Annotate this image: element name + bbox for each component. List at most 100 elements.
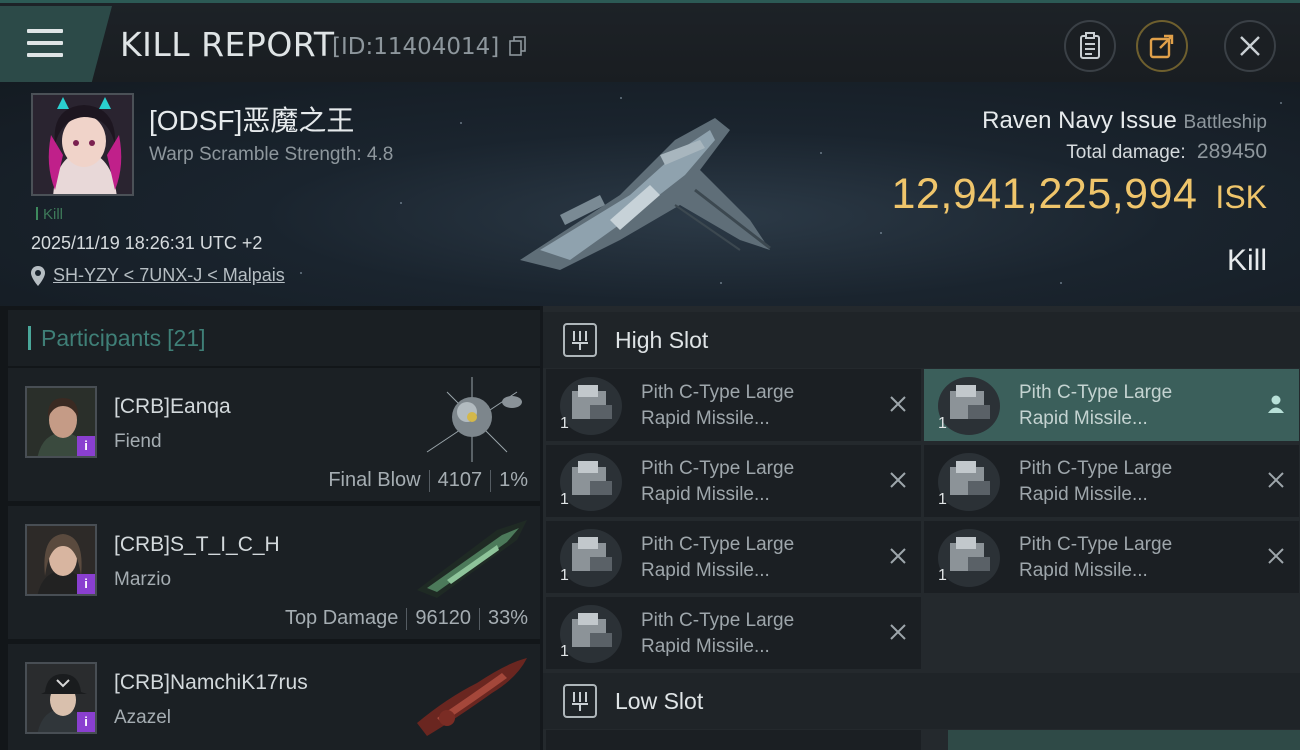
module-item[interactable]: 1 Pith C-Type Large Rapid Missile...	[546, 521, 921, 593]
copy-icon[interactable]	[508, 36, 527, 56]
module-name-line2: Rapid Missile...	[641, 484, 770, 505]
launcher-icon	[560, 453, 622, 511]
menu-button[interactable]	[0, 6, 112, 82]
total-damage-value: 289450	[1196, 140, 1267, 163]
ship-type: Raven Navy Issue	[982, 107, 1177, 134]
module-qty: 1	[938, 567, 947, 584]
launcher-icon	[938, 377, 1000, 435]
participant-name[interactable]: [CRB]S_T_I_C_H	[114, 533, 280, 557]
page-title: KILL REPORT	[120, 25, 335, 64]
participant-ship-render	[426, 377, 522, 462]
module-name-line2: Rapid Missile...	[641, 636, 770, 657]
module-qty: 1	[560, 567, 569, 584]
participant-percent: 1%	[499, 469, 528, 491]
participant-percent: 33%	[487, 607, 528, 629]
module-qty: 1	[560, 643, 569, 660]
close-button[interactable]	[1224, 20, 1276, 72]
module-name-line2: Rapid Missile...	[641, 560, 770, 581]
module-name-line1: Pith C-Type Large	[1019, 458, 1173, 479]
ship-render	[520, 118, 771, 270]
module-item[interactable]: 1 Pith C-Type Large Rapid Missile...	[924, 521, 1299, 593]
victim-avatar[interactable]	[31, 93, 134, 196]
location-link[interactable]: SH-YZY < 7UNX-J < Malpais	[53, 265, 285, 286]
participants-label: Participants	[41, 324, 162, 351]
participant-role: Top Damage	[284, 607, 399, 629]
clipboard-button[interactable]	[1064, 20, 1116, 72]
participant-damage: 4107	[437, 469, 483, 491]
kill-datetime: 2025/11/19 18:26:31 UTC +2	[31, 233, 263, 253]
participant-ship: Azazel	[114, 707, 172, 728]
participant-role: Final Blow	[328, 469, 421, 491]
module-item[interactable]: 1 Pith C-Type Large Rapid Missile...	[924, 445, 1299, 517]
warp-scramble-strength: Warp Scramble Strength: 4.8	[149, 144, 394, 165]
module-item[interactable]: 1 Pith C-Type Large Rapid Missile...	[546, 369, 921, 441]
isk-unit: ISK	[1215, 179, 1267, 215]
participant-name[interactable]: [CRB]Eanqa	[114, 395, 231, 419]
low-slot-header: Low Slot	[543, 673, 1300, 729]
total-damage: Total damage: 289450	[1066, 140, 1267, 164]
high-slot-header: High Slot	[543, 312, 1300, 368]
module-name: Pith C-Type Large Rapid Missile...	[1019, 532, 1249, 584]
module-item[interactable]: 1 Pith C-Type Large Rapid Missile...	[924, 369, 1299, 441]
participant-row[interactable]: i [CRB]NamchiK17rus Azazel	[8, 644, 540, 750]
destroyed-x-icon	[890, 548, 906, 564]
participants-header: Participants [21]	[8, 310, 540, 366]
isk-value: 12,941,225,994 ISK	[892, 170, 1267, 219]
module-qty: 1	[560, 491, 569, 508]
victim-name[interactable]: [ODSF]恶魔之王	[149, 99, 354, 139]
participant-row[interactable]: i [CRB]Eanqa Fiend Final Blow 4107 1%	[8, 368, 540, 501]
destroyed-x-icon	[890, 396, 906, 412]
module-item[interactable]: 1 Pith C-Type Large Rapid Missile...	[546, 597, 921, 669]
module-item[interactable]	[948, 730, 1300, 750]
share-icon	[1149, 34, 1174, 59]
module-name-line2: Rapid Missile...	[1019, 484, 1148, 505]
low-slot-label: Low Slot	[615, 687, 704, 714]
pilot-icon	[1268, 395, 1284, 413]
module-name-line1: Pith C-Type Large	[641, 534, 795, 555]
module-name: Pith C-Type Large Rapid Missile...	[1019, 456, 1249, 508]
module-qty: 1	[938, 415, 947, 432]
report-id: [ID:11404014]	[332, 34, 527, 60]
module-name: Pith C-Type Large Rapid Missile...	[1019, 380, 1249, 432]
slot-icon	[563, 684, 597, 718]
victim-hero: [ODSF]恶魔之王 Warp Scramble Strength: 4.8 K…	[0, 82, 1300, 306]
report-id-text: [ID:11404014]	[332, 34, 500, 60]
launcher-icon	[560, 529, 622, 587]
participant-ship: Marzio	[114, 569, 172, 590]
ship-class: Battleship	[1183, 112, 1267, 133]
pilot-badge: i	[77, 574, 95, 594]
module-name-line2: Rapid Missile...	[641, 408, 770, 429]
destroyed-x-icon	[890, 472, 906, 488]
participant-ship: Fiend	[114, 431, 162, 452]
module-item[interactable]: 1 Pith C-Type Large Rapid Missile...	[546, 445, 921, 517]
module-name: Pith C-Type Large Rapid Missile...	[641, 532, 871, 584]
launcher-icon	[560, 605, 622, 663]
module-name-line1: Pith C-Type Large	[1019, 382, 1173, 403]
high-slot-label: High Slot	[615, 326, 709, 353]
total-damage-label: Total damage:	[1066, 142, 1186, 163]
participant-name[interactable]: [CRB]NamchiK17rus	[114, 671, 308, 695]
clipboard-icon	[1080, 32, 1100, 59]
ship-name[interactable]: Raven Navy Issue Battleship	[982, 107, 1267, 135]
slot-icon	[563, 323, 597, 357]
outcome-label: Kill	[1226, 244, 1267, 277]
destroyed-x-icon	[1268, 548, 1284, 564]
module-name-line1: Pith C-Type Large	[641, 610, 795, 631]
destroyed-x-icon	[890, 624, 906, 640]
participant-ship-render	[417, 658, 527, 736]
share-button[interactable]	[1136, 20, 1188, 72]
menu-icon	[27, 29, 63, 59]
module-item[interactable]	[546, 730, 921, 750]
launcher-icon	[938, 529, 1000, 587]
close-icon	[1240, 36, 1260, 56]
participant-ship-render	[417, 520, 527, 598]
top-bar: KILL REPORT [ID:11404014]	[0, 0, 1300, 82]
fitting-panel[interactable]: High Slot 1 Pith C-Type Large Rapid Missi…	[543, 306, 1300, 750]
kill-location[interactable]: SH-YZY < 7UNX-J < Malpais	[31, 265, 285, 286]
module-name-line1: Pith C-Type Large	[641, 382, 795, 403]
participants-panel[interactable]: Participants [21] i [CRB]Eanqa Fiend Fin…	[0, 306, 540, 750]
pilot-badge: i	[77, 712, 95, 732]
module-name-line2: Rapid Missile...	[1019, 408, 1148, 429]
participant-row[interactable]: i [CRB]S_T_I_C_H Marzio Top Damage 96120…	[8, 506, 540, 639]
participants-count: [21]	[167, 324, 206, 351]
